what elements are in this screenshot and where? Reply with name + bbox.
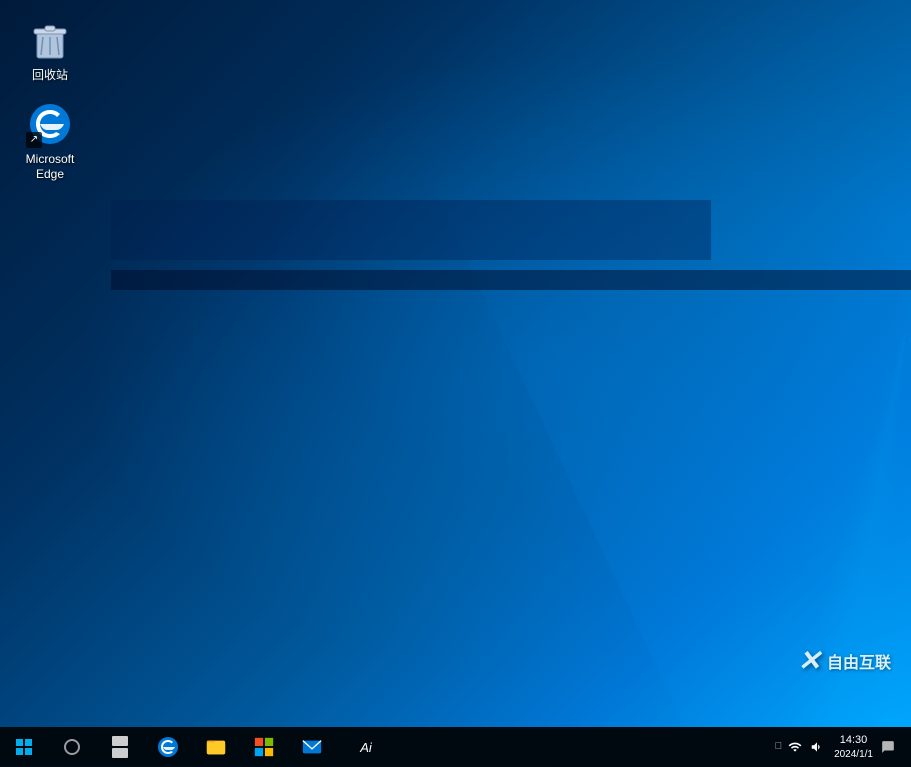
shortcut-arrow: ↗	[26, 132, 42, 148]
taskbar-store-button[interactable]	[240, 727, 288, 767]
desktop: 回收站 ↗ Microsoft Edge ✕ 自由互联	[0, 0, 911, 727]
tray-expand-icon[interactable]: 	[775, 741, 783, 752]
cortana-icon	[64, 739, 80, 755]
watermark-text: 自由互联	[827, 649, 891, 673]
taskbar-ai-label: Ai	[360, 740, 372, 755]
recycle-bin-image	[26, 16, 74, 64]
taskbar-mail-icon	[301, 736, 323, 758]
taskbar-ai-button[interactable]: Ai	[336, 727, 396, 767]
edge-label-line1: Microsoft	[26, 152, 75, 168]
notification-area:  14:30 2024/1/1	[767, 733, 903, 760]
task-view-icon	[112, 736, 128, 758]
edge-image: ↗	[26, 100, 74, 148]
recycle-bin-label: 回收站	[32, 68, 68, 84]
clock-time: 14:30	[834, 733, 873, 747]
clock-date: 2024/1/1	[834, 748, 873, 761]
watermark: ✕ 自由互联	[798, 644, 891, 677]
wallpaper-worldmap	[0, 0, 911, 727]
start-button[interactable]	[0, 727, 48, 767]
taskbar-edge-icon	[157, 736, 179, 758]
recycle-bin-icon[interactable]: 回收站	[10, 10, 90, 90]
taskbar: Ai  14:30 2024/1/1	[0, 727, 911, 767]
volume-icon	[810, 740, 824, 754]
system-tray:  14:30 2024/1/1	[767, 733, 911, 760]
taskbar-edge-button[interactable]	[144, 727, 192, 767]
windows-logo-icon	[16, 739, 32, 755]
taskbar-store-icon	[253, 736, 275, 758]
recycle-bin-svg	[29, 19, 71, 61]
taskbar-file-explorer-button[interactable]	[192, 727, 240, 767]
microsoft-edge-icon[interactable]: ↗ Microsoft Edge	[10, 94, 90, 189]
system-clock[interactable]: 14:30 2024/1/1	[830, 733, 877, 760]
network-icon	[788, 740, 802, 754]
task-view-button[interactable]	[96, 727, 144, 767]
taskbar-mail-button[interactable]	[288, 727, 336, 767]
cortana-search-button[interactable]	[48, 727, 96, 767]
desktop-icons-container: 回收站 ↗ Microsoft Edge	[0, 0, 100, 203]
notification-center-icon[interactable]	[881, 740, 895, 754]
edge-label-line2: Edge	[36, 167, 64, 183]
taskbar-file-explorer-icon	[205, 736, 227, 758]
watermark-symbol: ✕	[798, 644, 821, 677]
